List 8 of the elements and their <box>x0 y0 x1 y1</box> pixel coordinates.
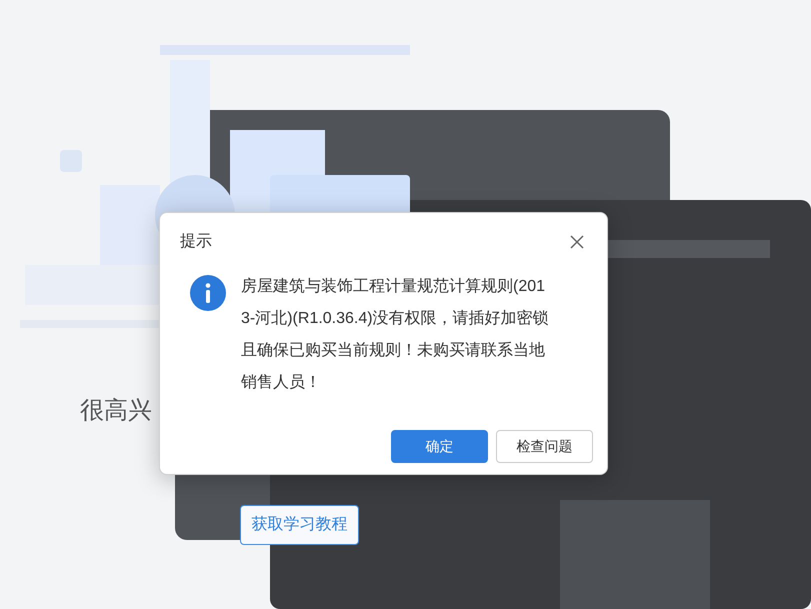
close-icon[interactable] <box>569 234 585 250</box>
dialog-message: 房屋建筑与装饰工程计量规范计算规则(2013-河北)(R1.0.36.4)没有权限，请插好加密锁且确保已购买当前规则！未购买请联系当地销售人员！ <box>241 276 550 393</box>
greeting-text: 很高兴 <box>80 396 152 426</box>
tutorial-button[interactable]: 获取学习教程 <box>240 505 359 545</box>
dialog-title: 提示 <box>180 232 212 252</box>
check-button[interactable]: 检查问题 <box>496 430 593 463</box>
info-icon <box>190 275 226 311</box>
confirm-button[interactable]: 确定 <box>391 430 488 463</box>
